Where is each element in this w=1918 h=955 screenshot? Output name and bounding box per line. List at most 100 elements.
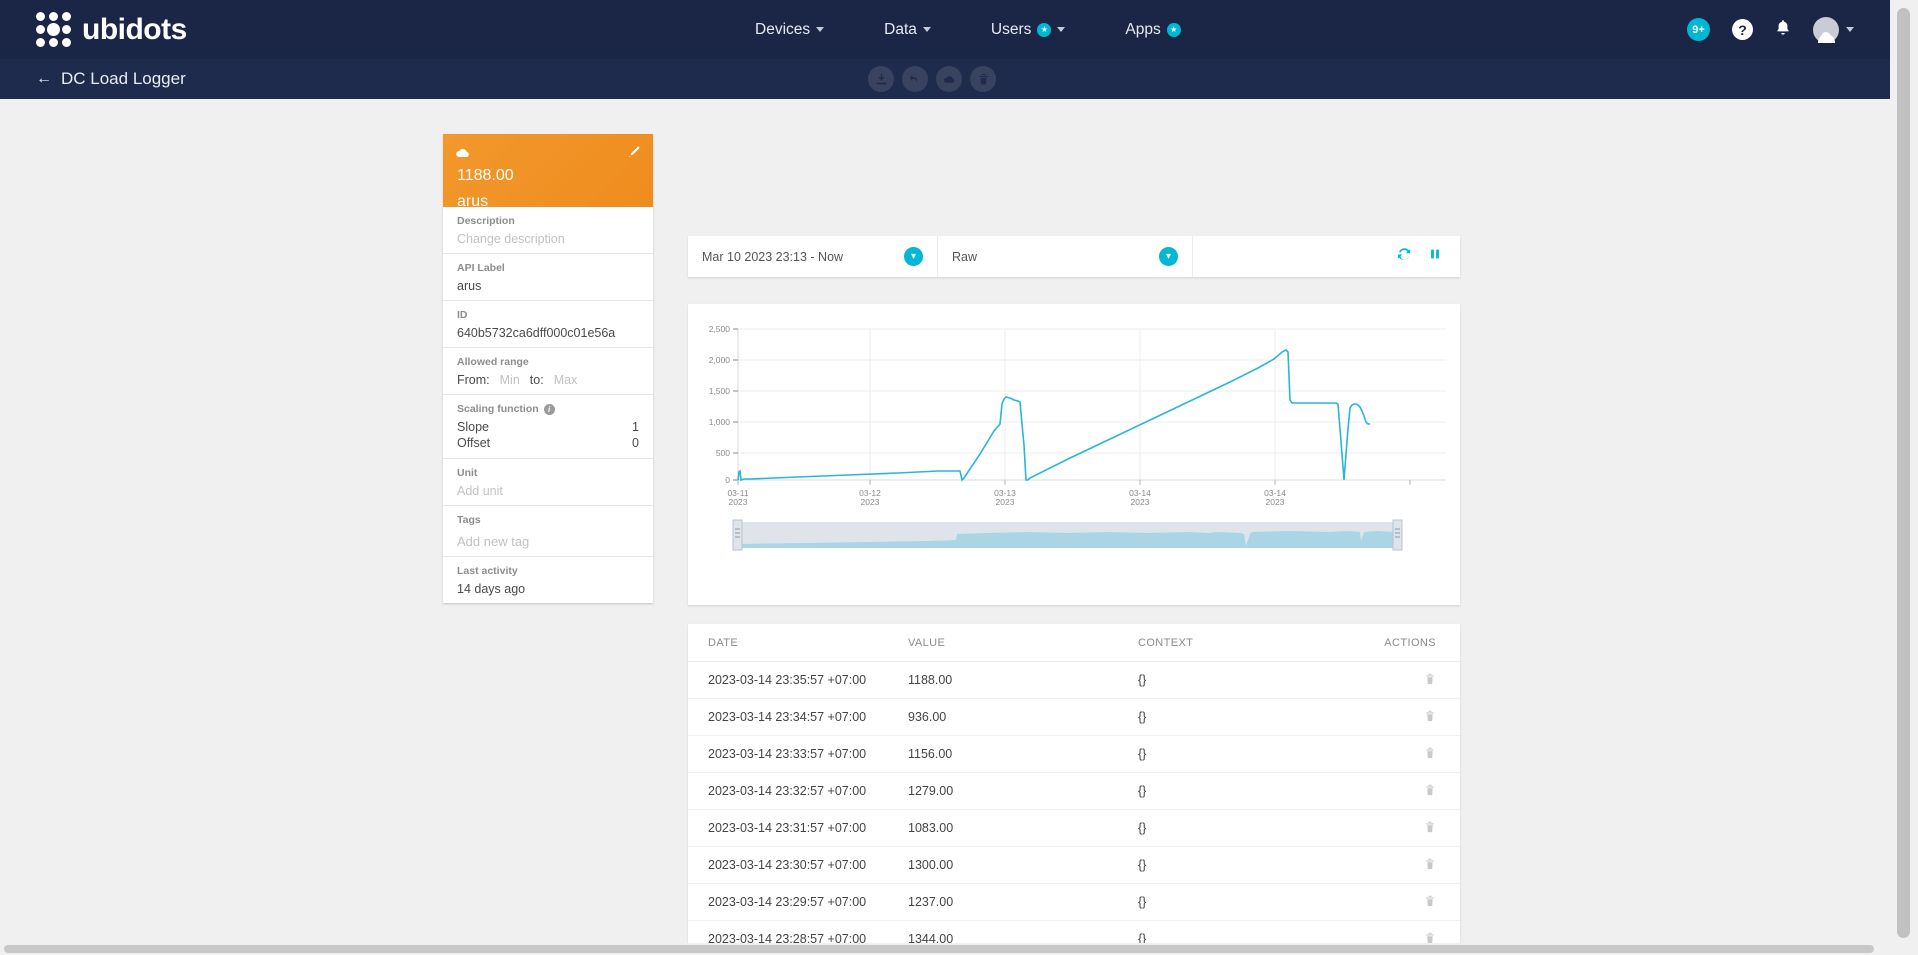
refresh-icon[interactable]: [1397, 247, 1411, 266]
svg-text:2023: 2023: [729, 497, 748, 507]
undo-icon[interactable]: [902, 66, 928, 92]
main-menu: Devices Data Users ★ Apps ★: [755, 0, 1181, 59]
svg-text:1,500: 1,500: [709, 386, 731, 396]
cell-date: 2023-03-14 23:31:57 +07:00: [708, 821, 867, 835]
range-max-input[interactable]: Max: [554, 373, 578, 387]
chart-range-selector[interactable]: [732, 519, 1403, 551]
api-label-label: API Label: [457, 262, 505, 274]
column-header-context[interactable]: CONTEXT: [1138, 637, 1368, 649]
star-badge-icon: ★: [1166, 22, 1181, 37]
horizontal-scrollbar-thumb[interactable]: [4, 945, 1874, 953]
help-icon[interactable]: ?: [1732, 19, 1753, 40]
field-id: ID 640b5732ca6dff000c01e56a: [443, 301, 653, 348]
delete-row-icon[interactable]: [1424, 746, 1436, 763]
info-icon[interactable]: i: [543, 403, 555, 415]
chart-actions: [1397, 247, 1460, 266]
delete-row-icon[interactable]: [1424, 783, 1436, 800]
chevron-down-icon[interactable]: ▾: [904, 247, 923, 266]
svg-text:1,000: 1,000: [709, 417, 731, 427]
download-icon[interactable]: [868, 66, 894, 92]
nav-label-apps: Apps: [1125, 20, 1161, 38]
last-activity-value: 14 days ago: [457, 582, 526, 597]
field-last-activity: Last activity 14 days ago: [443, 557, 653, 603]
offset-value[interactable]: 0: [632, 436, 639, 452]
nav-label-devices: Devices: [755, 20, 811, 38]
nav-item-data[interactable]: Data: [884, 21, 931, 39]
chevron-down-icon[interactable]: [1846, 27, 1854, 32]
vertical-scrollbar[interactable]: [1890, 0, 1918, 955]
row-actions: [1368, 894, 1450, 911]
variable-value-header: 1188.00 arus: [443, 134, 653, 210]
column-header-date[interactable]: DATE: [698, 637, 908, 649]
svg-text:2023: 2023: [1131, 497, 1150, 507]
field-api-label: API Label arus: [443, 254, 653, 301]
api-label-value[interactable]: arus: [457, 279, 639, 293]
delete-row-icon[interactable]: [1424, 894, 1436, 911]
table-row[interactable]: 2023-03-14 23:35:57 +07:00 1188.00 {}: [688, 662, 1460, 699]
cell-date: 2023-03-14 23:33:57 +07:00: [708, 747, 867, 761]
table-row[interactable]: 2023-03-14 23:34:57 +07:00 936.00 {}: [688, 699, 1460, 736]
avatar[interactable]: [1813, 16, 1839, 43]
column-header-value[interactable]: VALUE: [908, 637, 1138, 649]
field-tags: Tags Add new tag: [443, 506, 653, 558]
description-input[interactable]: Change description: [457, 232, 639, 246]
cell-date: 2023-03-14 23:32:57 +07:00: [708, 784, 867, 798]
scaling-label-text: Scaling function: [457, 403, 539, 415]
cell-value: 936.00: [908, 710, 947, 724]
timeseries-chart[interactable]: 2,500 2,000 1,500 1,000 500 0 03-112023 …: [688, 304, 1460, 605]
edit-pencil-icon[interactable]: [628, 145, 641, 163]
table-body: 2023-03-14 23:35:57 +07:00 1188.00{} 2023-…: [688, 662, 1460, 955]
bell-icon[interactable]: [1775, 19, 1791, 41]
nav-item-apps[interactable]: Apps ★: [1125, 20, 1181, 39]
back-to-device-link[interactable]: ← DC Load Logger: [36, 69, 186, 89]
notifications-count-badge[interactable]: 9+: [1687, 18, 1710, 41]
chevron-down-icon[interactable]: ▾: [1159, 247, 1178, 266]
ubidots-logo[interactable]: ubidots: [36, 12, 187, 47]
allowed-range-label: Allowed range: [457, 356, 529, 368]
cell-date: 2023-03-14 23:35:57 +07:00: [708, 673, 867, 687]
cell-value: 1279.00: [908, 784, 954, 798]
chevron-down-icon: [1057, 27, 1066, 32]
delete-row-icon[interactable]: [1424, 672, 1436, 689]
vertical-scrollbar-thumb[interactable]: [1897, 8, 1910, 938]
aggregation-selector[interactable]: Raw ▾: [938, 236, 1193, 277]
offset-label: Offset: [457, 435, 491, 450]
table-header-row: DATE VALUE CONTEXT ACTIONS: [688, 624, 1460, 662]
top-navbar: ubidots Devices Data Users ★ Apps ★ 9+ ?: [0, 0, 1890, 59]
app-page: ubidots Devices Data Users ★ Apps ★ 9+ ?…: [0, 0, 1918, 955]
chart-y-ticks: [733, 328, 738, 481]
scaling-function-label: Scaling function i: [457, 403, 639, 415]
range-handle-left[interactable]: [732, 519, 743, 551]
delete-row-icon[interactable]: [1424, 709, 1436, 726]
trash-icon[interactable]: [970, 66, 996, 92]
nav-item-users[interactable]: Users ★: [990, 20, 1066, 39]
row-actions: [1368, 709, 1450, 726]
unit-input[interactable]: Add unit: [457, 484, 639, 498]
description-label: Description: [457, 215, 515, 227]
table-row[interactable]: 2023-03-14 23:33:57 +07:00 1156.00 {}: [688, 736, 1460, 773]
range-min-input[interactable]: Min: [500, 373, 520, 387]
svg-text:2,000: 2,000: [709, 355, 731, 365]
table-row[interactable]: 2023-03-14 23:32:57 +07:00 1279.00 {}: [688, 773, 1460, 810]
cell-value: 1188.00: [908, 673, 953, 687]
row-actions: [1368, 820, 1450, 837]
delete-row-icon[interactable]: [1424, 857, 1436, 874]
row-actions: [1368, 746, 1450, 763]
date-range-selector[interactable]: Mar 10 2023 23:13 - Now ▾: [688, 236, 938, 277]
range-handle-right[interactable]: [1392, 519, 1403, 551]
table-row[interactable]: 2023-03-14 23:29:57 +07:00 1237.00 {}: [688, 884, 1460, 921]
nav-label-users: Users: [990, 20, 1032, 38]
nav-item-devices[interactable]: Devices: [755, 20, 825, 39]
table-row[interactable]: 2023-03-14 23:30:57 +07:00 1300.00 {}: [688, 847, 1460, 884]
delete-row-icon[interactable]: [1424, 820, 1436, 837]
add-tag-button[interactable]: Add new tag: [457, 534, 639, 549]
svg-text:500: 500: [716, 448, 730, 458]
slope-value[interactable]: 1: [632, 420, 639, 436]
horizontal-scrollbar[interactable]: [0, 943, 1890, 955]
cell-value: 1156.00: [908, 747, 953, 761]
cloud-upload-icon[interactable]: [936, 66, 962, 92]
pause-icon[interactable]: [1428, 247, 1442, 266]
table-row[interactable]: 2023-03-14 23:31:57 +07:00 1083.00 {}: [688, 810, 1460, 847]
arrow-left-icon: ←: [36, 70, 52, 87]
variable-toolbar: [868, 59, 996, 99]
